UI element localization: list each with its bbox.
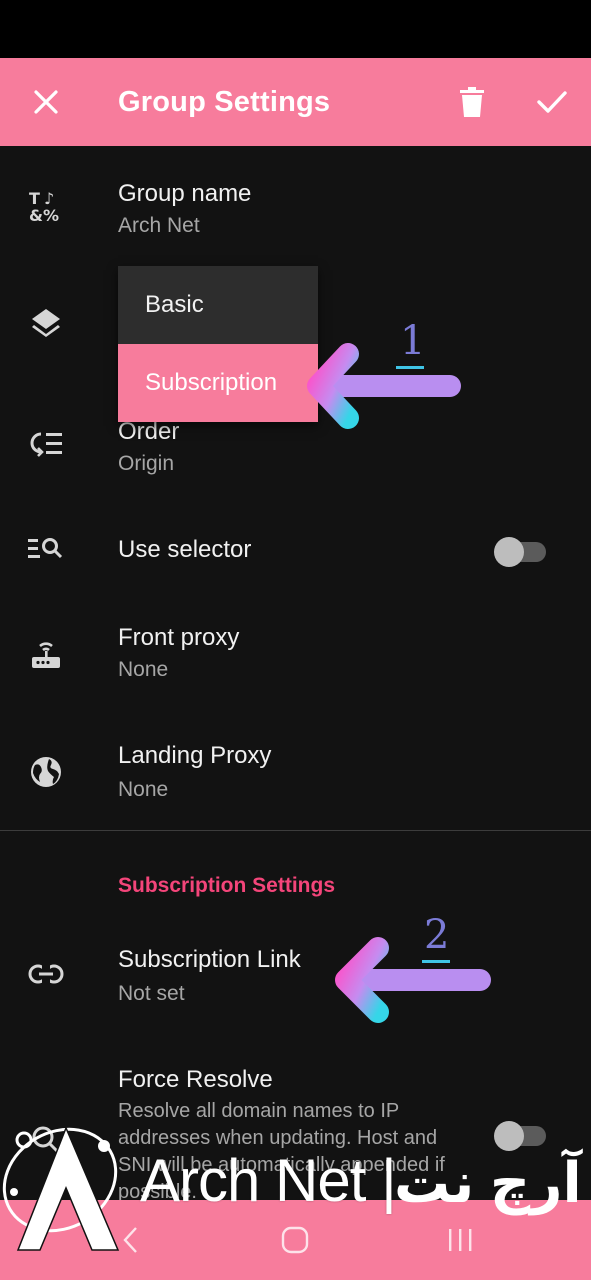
arrow-two-icon (335, 937, 491, 1023)
annotation-underline-two (422, 960, 450, 963)
back-icon[interactable] (100, 1214, 160, 1266)
annotation-arrows (307, 343, 491, 1023)
home-icon[interactable] (265, 1214, 325, 1266)
recent-apps-icon[interactable] (430, 1214, 490, 1266)
annotation-number-two: 2 (424, 912, 450, 958)
arrow-one-icon (307, 343, 461, 429)
watermark-brand: Arch Net | (140, 1147, 397, 1214)
watermark-brand-fa: آرچ نت (394, 1151, 582, 1214)
annotation-underline-one (396, 366, 424, 369)
annotation-number-one: 1 (400, 318, 426, 364)
